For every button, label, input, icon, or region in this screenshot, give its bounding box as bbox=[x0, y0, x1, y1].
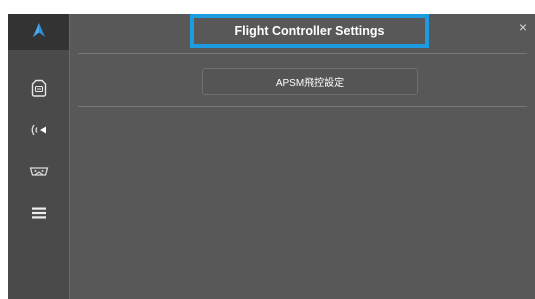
settings-window: Flight Controller Settings × APSM飛控設定 bbox=[8, 14, 535, 299]
main-panel: Flight Controller Settings × APSM飛控設定 bbox=[70, 14, 535, 299]
sidebar-item-wireless[interactable] bbox=[8, 114, 69, 150]
sidebar-item-remote-controller[interactable] bbox=[8, 156, 69, 192]
header-divider bbox=[78, 53, 527, 54]
sidebar-item-menu[interactable] bbox=[8, 197, 69, 233]
tab-label: APSM飛控設定 bbox=[275, 78, 345, 89]
close-button[interactable]: × bbox=[515, 19, 531, 35]
content-area bbox=[78, 107, 527, 299]
sidebar-item-flight-controller[interactable] bbox=[8, 72, 69, 108]
page-title: Flight Controller Settings bbox=[234, 24, 385, 38]
tab-apsm-settings[interactable]: APSM飛控設定 bbox=[202, 68, 418, 95]
title-highlight-box: Flight Controller Settings bbox=[190, 14, 429, 48]
close-icon: × bbox=[518, 19, 528, 35]
remote-controller-icon bbox=[29, 165, 49, 184]
menu-icon bbox=[31, 206, 47, 225]
aircraft-logo-icon bbox=[30, 22, 48, 43]
sidebar-item-home[interactable] bbox=[8, 14, 69, 50]
wireless-signal-icon bbox=[29, 123, 49, 142]
sidebar bbox=[8, 14, 70, 299]
flight-controller-icon bbox=[31, 79, 47, 102]
